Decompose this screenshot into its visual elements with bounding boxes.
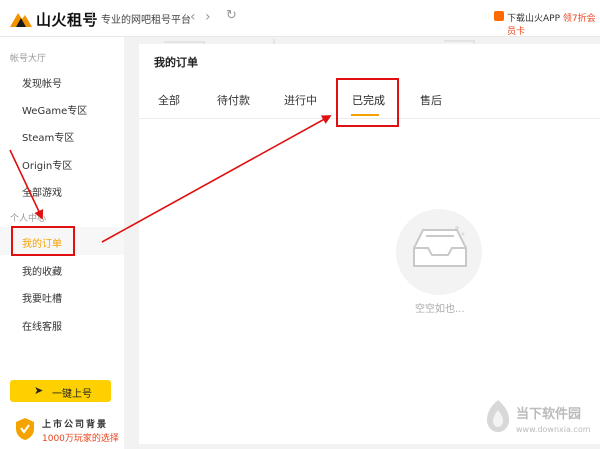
annotation-arrows (9, 115, 332, 243)
watermark-logo-icon (487, 400, 509, 432)
arrow-to-my-orders (9, 149, 44, 220)
watermark-url: www.downxia.com (516, 425, 591, 434)
arrow-to-completed-tab (101, 115, 332, 243)
watermark-title: 当下软件园 (516, 407, 582, 422)
